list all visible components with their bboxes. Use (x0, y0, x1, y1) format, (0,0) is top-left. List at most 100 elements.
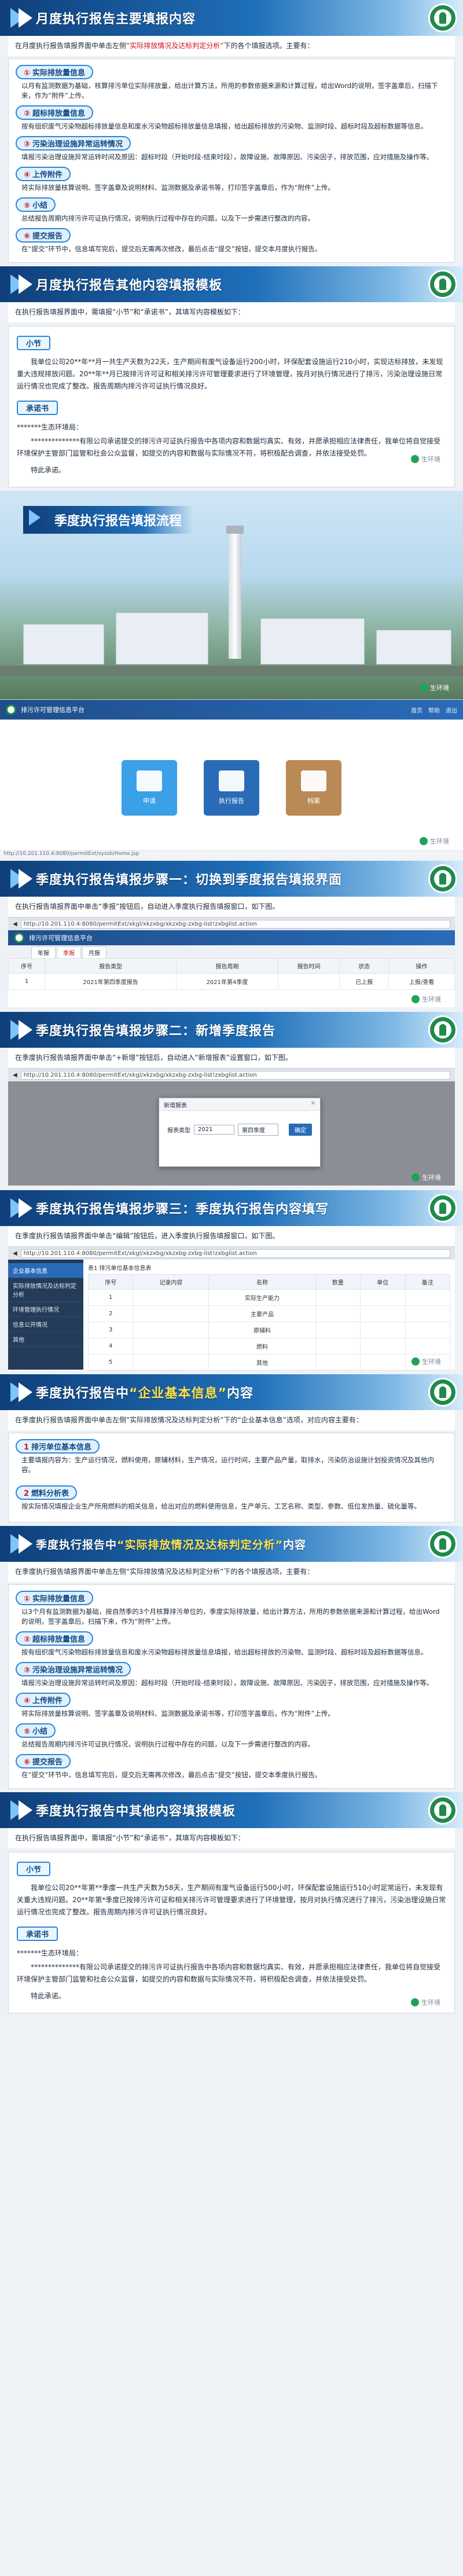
hero-title: 季度执行报告填报流程 (23, 506, 194, 534)
summary-text: 我单位公司20**年第**季度一共生产天数为58天，生产期间有废气设备运行500… (17, 1884, 446, 1916)
cell[interactable] (315, 1354, 361, 1371)
cell[interactable] (360, 1305, 406, 1322)
browser-bar: ◀ http://10.201.110.4:8080/permitExt/xkgl… (8, 1247, 455, 1260)
tile-apply[interactable]: 申请 (122, 760, 177, 816)
tab-quarterly[interactable]: 季报 (57, 946, 81, 958)
item-text: 按实际情况填报企业生产所用燃料的相关信息，给出对应的燃料使用信息，生产单元、工艺… (21, 1502, 421, 1510)
cell[interactable] (360, 1338, 406, 1355)
watermark-logo-icon (411, 995, 420, 1003)
section-title: 季度执行报告填报步骤一：切换到季度报告填报界面 (36, 873, 343, 887)
sidebar-item-management[interactable]: 环境管理执行情况 (8, 1302, 83, 1317)
cell: 实际生产能力 (208, 1289, 316, 1306)
emblem-icon (428, 3, 457, 32)
header-links: 首页 帮助 退出 (411, 706, 457, 714)
cell[interactable] (360, 1289, 406, 1306)
cell[interactable] (405, 1305, 451, 1322)
header-link-home[interactable]: 首页 (411, 706, 422, 714)
cell[interactable] (133, 1289, 210, 1306)
browser-bar: ◀ http://10.201.110.4:8080/permitExt/xkgl… (8, 1069, 455, 1081)
title-part: 季度执行报告中 (36, 1386, 130, 1401)
back-icon[interactable]: ◀ (13, 921, 17, 927)
row-action-link[interactable]: 上报/查看 (388, 973, 455, 990)
tile-label: 申请 (143, 797, 156, 805)
cell[interactable] (133, 1338, 210, 1355)
cell[interactable] (315, 1289, 361, 1306)
cell: 2021年第4季度 (176, 973, 278, 990)
column-header: 报告类型 (45, 958, 177, 974)
sidebar-item-actual-emission[interactable]: 实际排放情况及达标判定分析 (8, 1278, 83, 1302)
close-icon[interactable]: ✕ (311, 1100, 315, 1108)
tab-monthly[interactable]: 月报 (82, 946, 106, 958)
item-text: 在“提交”环节中，信息填写完后，提交后无需再次修改，最后点击“提交”按钮，提交本… (21, 1771, 322, 1779)
column-header: 备注 (405, 1274, 451, 1290)
intro-text: 下的各个填报选项。主要有： (223, 42, 314, 50)
section-banner-step2: 季度执行报告填报步骤二：新增季度报告 (0, 1012, 463, 1048)
item-text: 在“提交”环节中，信息填写完后，提交后无需再次修改，最后点击“提交”按钮，提交本… (21, 245, 322, 253)
emblem-icon (428, 270, 457, 299)
header-link-logout[interactable]: 退出 (446, 706, 457, 714)
module-tiles: 申请 执行报告 档案 (0, 720, 463, 850)
screenshot-step1: ◀ http://10.201.110.4:8080/permitExt/xkgl… (8, 917, 455, 1007)
system-logo-icon (6, 704, 16, 715)
list-item: ④ 上传附件 将实际排放量核算说明、签字盖章及说明材料、监测数据及承诺书等，打印签… (16, 164, 447, 195)
list-item: ③ 污染治理设施异常运转情况 填报污染治理设施异常运转时间及原因：超标时段（开始时… (16, 134, 447, 164)
back-icon[interactable]: ◀ (13, 1250, 17, 1257)
item-pill: ⑤ 小结 (16, 197, 56, 212)
cell: 已上报 (339, 973, 389, 990)
item-text: 填报污染治理设施异常运转时间及原因：超标时段（开始时段-结束时段），故障设施、故… (21, 1679, 433, 1687)
tile-report[interactable]: 执行报告 (204, 760, 259, 816)
sidebar-item-other[interactable]: 其他 (8, 1332, 83, 1347)
system-name: 排污许可管理信息平台 (21, 706, 84, 714)
section-intro: 在季度执行报告填报界面中单击左侧“实际排放情况及达标判定分析”下的“企业基本信息… (8, 1410, 455, 1430)
app-header: 排污许可管理信息平台 (8, 930, 455, 945)
title-part: 内容 (226, 1386, 253, 1401)
year-select[interactable]: 2021 (194, 1125, 234, 1135)
sidebar-item-disclosure[interactable]: 信息公开情况 (8, 1317, 83, 1332)
section-intro: 在执行报告填报界面中，需填报“小节”和“承诺书”，其填写内容模板如下： (8, 1828, 455, 1848)
cell[interactable] (360, 1354, 406, 1371)
header-link-help[interactable]: 帮助 (428, 706, 440, 714)
confirm-button[interactable]: 确定 (289, 1124, 312, 1136)
table-row: 4 燃料 (87, 1338, 451, 1355)
item-pill: 2 燃料分析表 (16, 1485, 78, 1500)
chevron-icon (19, 1800, 32, 1820)
cell[interactable] (405, 1322, 451, 1338)
cell[interactable] (133, 1305, 210, 1322)
section-title: 月度执行报告其他内容填报模板 (36, 278, 223, 293)
column-header: 记录内容 (133, 1274, 210, 1290)
cell: 1 (87, 1289, 134, 1306)
tab-annual[interactable]: 年报 (31, 946, 56, 958)
section-intro: 在执行报告填报界面中单击“季报”按钮后，自动进入季度执行报告填报窗口，如下图。 (8, 897, 455, 917)
back-icon[interactable]: ◀ (13, 1072, 17, 1078)
watermark-logo-icon (411, 455, 419, 463)
tile-archive[interactable]: 档案 (286, 760, 341, 816)
address-bar[interactable]: http://10.201.110.4:8080/permitExt/xkgl/… (20, 1070, 450, 1080)
table-row: 3 原辅料 (87, 1322, 451, 1338)
building (260, 618, 365, 665)
item-label: 污染治理设施异常运转情况 (32, 1666, 123, 1675)
template-letter: 小节 我单位公司20**年**月一共生产天数为22天，生产期间有废气设备运行20… (8, 326, 455, 487)
address-bar[interactable]: http://10.201.110.4:8080/permitExt/xkgl/… (20, 1249, 450, 1258)
quarter-select[interactable]: 第四季度 (238, 1124, 278, 1136)
cell[interactable] (405, 1289, 451, 1306)
cell[interactable] (315, 1305, 361, 1322)
cell[interactable] (315, 1322, 361, 1338)
cell[interactable] (133, 1354, 210, 1371)
cell[interactable] (360, 1322, 406, 1338)
app-header: 排污许可管理信息平台 首页 帮助 退出 (0, 700, 463, 720)
list-item: ② 超标排放量信息 按有组织废气污染物超标排放量信息和废水污染物超标排放量信息填报… (16, 1629, 447, 1660)
cell: 原辅料 (208, 1322, 316, 1338)
chevron-icon (19, 8, 32, 28)
item-label: 提交报告 (32, 1758, 63, 1767)
cell[interactable] (405, 1338, 451, 1355)
address-bar[interactable]: http://10.201.110.4:8080/permitExt/xkgl/… (20, 919, 450, 929)
section-title: 季度执行报告中其他内容填报模板 (36, 1804, 236, 1819)
column-header: 序号 (87, 1274, 134, 1290)
cell[interactable] (133, 1322, 210, 1338)
cell[interactable] (315, 1338, 361, 1355)
item-pill: ⑥ 提交报告 (16, 228, 71, 243)
column-header: 数量 (315, 1274, 361, 1290)
watermark-logo-icon (411, 1173, 420, 1181)
sidebar-item-basic-info[interactable]: 企业基本信息 (8, 1263, 83, 1278)
item-panel: 1 排污单位基本信息 主要填报内容为：生产运行情况，燃料使用，原辅材料，生产情况，… (8, 1433, 455, 1522)
